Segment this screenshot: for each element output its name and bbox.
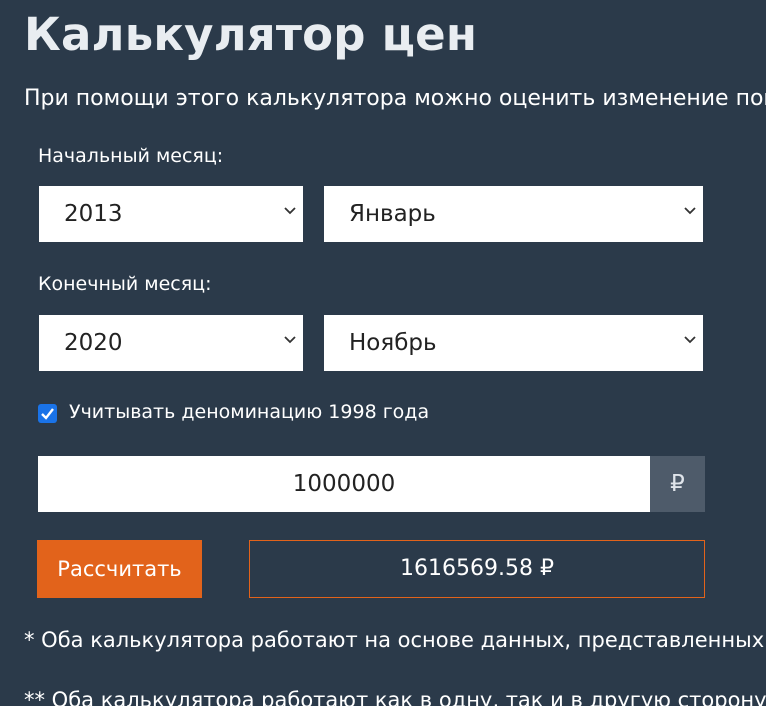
start-month-select[interactable]: Январь — [324, 186, 703, 242]
chevron-down-icon — [284, 207, 296, 215]
end-month-value: Ноябрь — [349, 330, 437, 356]
end-month-label: Конечный месяц: — [38, 273, 212, 295]
page-title: Калькулятор цен — [24, 8, 478, 61]
chevron-down-icon — [284, 336, 296, 344]
end-year-select[interactable]: 2020 — [39, 315, 303, 371]
footnote-2: ** Оба калькулятора работают как в одну,… — [24, 688, 766, 706]
page-description: При помощи этого калькулятора можно оцен… — [24, 86, 766, 111]
end-year-value: 2020 — [64, 330, 123, 356]
start-year-select[interactable]: 2013 — [39, 186, 303, 242]
price-calculator-page: Калькулятор цен При помощи этого калькул… — [0, 0, 766, 706]
start-month-label: Начальный месяц: — [38, 145, 224, 167]
checkmark-icon — [41, 408, 54, 420]
footnote-1: * Оба калькулятора работают на основе да… — [24, 628, 765, 652]
denomination-checkbox[interactable] — [38, 404, 57, 423]
amount-input[interactable]: 1000000 — [38, 456, 650, 512]
result-output: 1616569.58 ₽ — [249, 540, 705, 598]
chevron-down-icon — [684, 207, 696, 215]
calculate-button[interactable]: Рассчитать — [37, 540, 202, 598]
denomination-label[interactable]: Учитывать деноминацию 1998 года — [69, 401, 429, 423]
chevron-down-icon — [684, 336, 696, 344]
start-month-value: Январь — [349, 201, 436, 227]
end-month-select[interactable]: Ноябрь — [324, 315, 703, 371]
start-year-value: 2013 — [64, 201, 123, 227]
currency-addon: ₽ — [650, 456, 705, 512]
